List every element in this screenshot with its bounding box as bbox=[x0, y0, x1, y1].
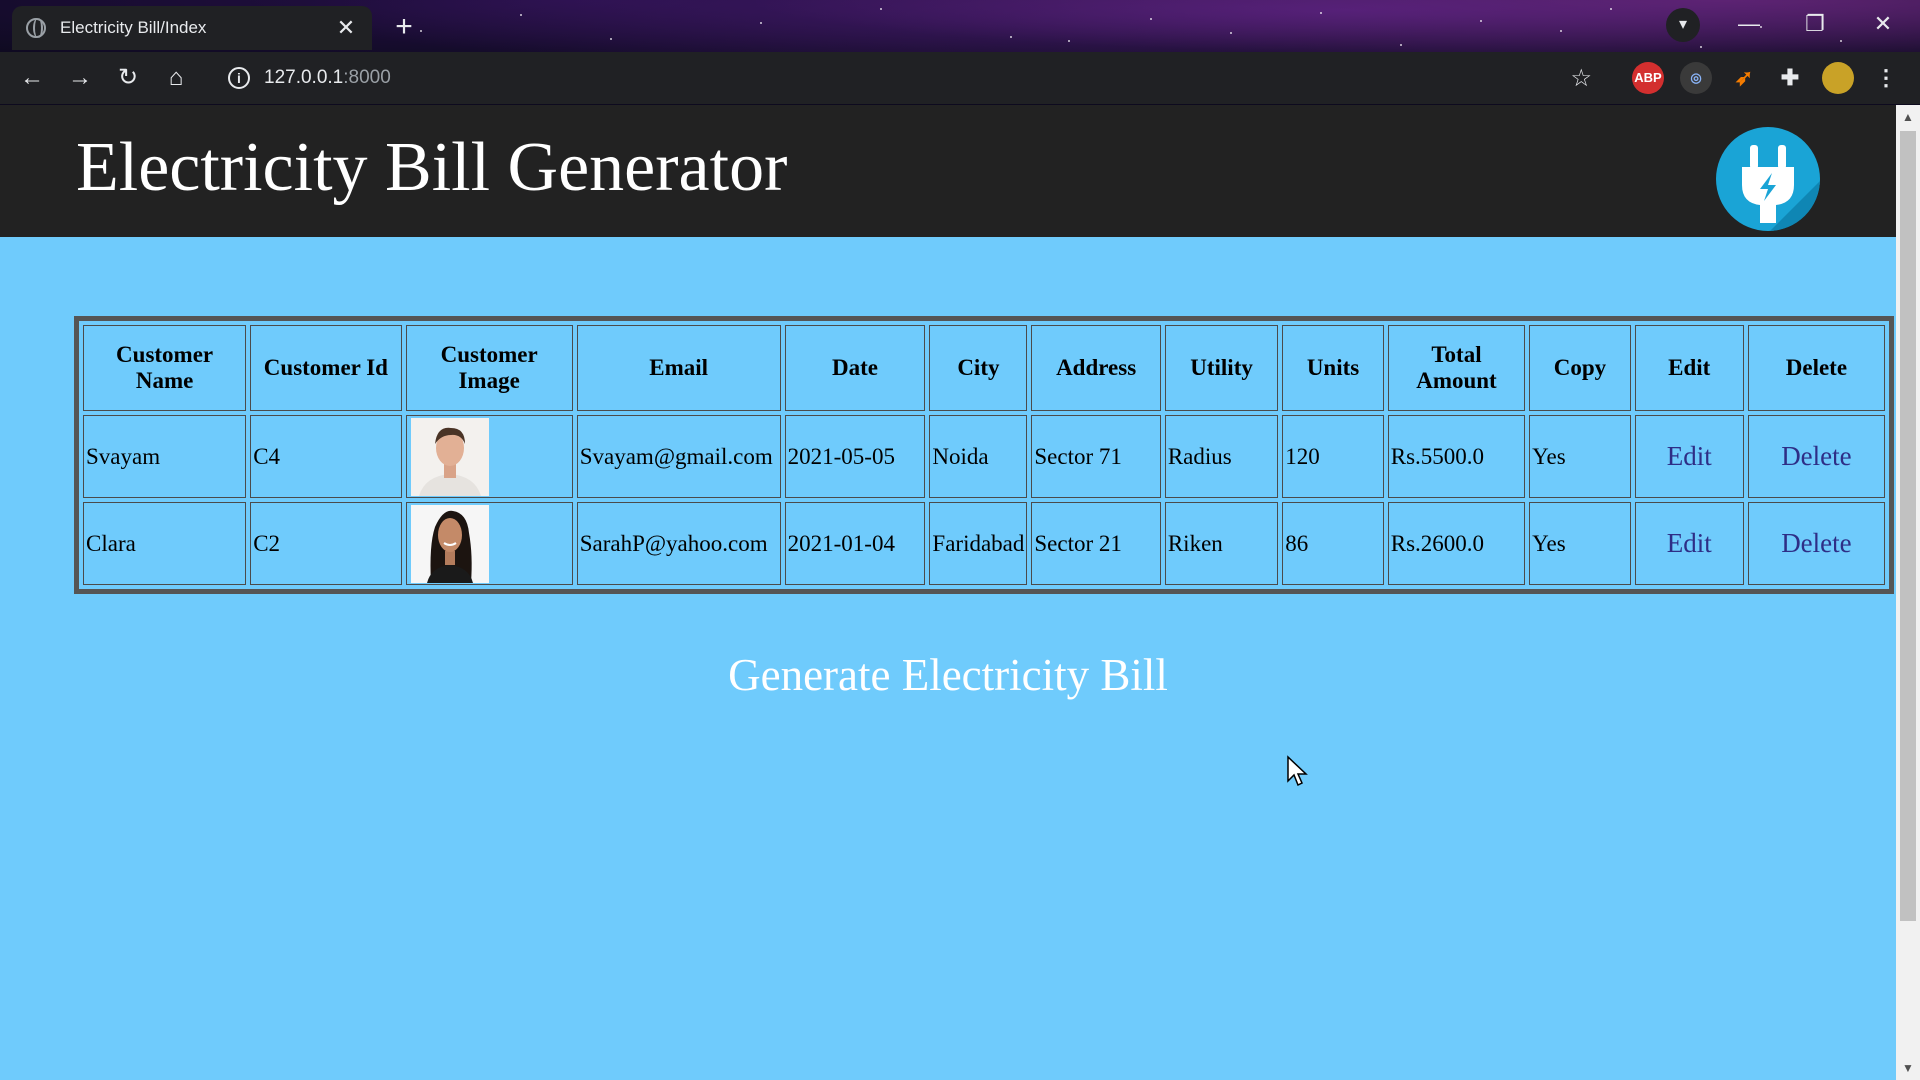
cell-id: C2 bbox=[250, 502, 402, 585]
minimize-icon[interactable]: — bbox=[1724, 6, 1774, 42]
extensions-puzzle-icon[interactable]: ✚ bbox=[1774, 62, 1806, 94]
col-email: Email bbox=[576, 325, 781, 411]
bills-table: Customer Name Customer Id Customer Image… bbox=[74, 316, 1894, 594]
col-delete: Delete bbox=[1747, 325, 1885, 411]
profile-avatar[interactable] bbox=[1822, 62, 1854, 94]
cell-delete: Delete bbox=[1747, 415, 1885, 498]
col-utility: Utility bbox=[1164, 325, 1279, 411]
col-total-amount: Total Amount bbox=[1387, 325, 1526, 411]
table-header-row: Customer Name Customer Id Customer Image… bbox=[83, 325, 1885, 411]
cell-total: Rs.2600.0 bbox=[1387, 502, 1526, 585]
cell-copy: Yes bbox=[1529, 502, 1631, 585]
extension-glasses-icon[interactable]: ◎ bbox=[1680, 62, 1712, 94]
address-bar[interactable]: i 127.0.0.1:8000 ☆ bbox=[212, 59, 1606, 97]
vertical-scrollbar[interactable]: ▲ ▼ bbox=[1896, 105, 1920, 1080]
col-city: City bbox=[929, 325, 1028, 411]
cell-utility: Riken bbox=[1164, 502, 1279, 585]
generate-bill-link[interactable]: Generate Electricity Bill bbox=[0, 649, 1896, 701]
new-tab-button[interactable]: + bbox=[386, 10, 422, 46]
window-close-icon[interactable]: ✕ bbox=[1858, 6, 1908, 42]
table-row: Clara C2 SarahP@yahoo.com 2021-01-04 Far… bbox=[83, 502, 1885, 585]
cell-date: 2021-01-04 bbox=[784, 502, 926, 585]
forward-icon[interactable]: → bbox=[56, 58, 104, 98]
col-customer-image: Customer Image bbox=[405, 325, 573, 411]
page-title: Electricity Bill Generator bbox=[76, 129, 788, 206]
browser-menu-icon[interactable]: ⋮ bbox=[1870, 62, 1902, 94]
cell-date: 2021-05-05 bbox=[784, 415, 926, 498]
scroll-down-icon[interactable]: ▼ bbox=[1896, 1058, 1920, 1078]
globe-icon bbox=[26, 18, 46, 38]
cell-email: SarahP@yahoo.com bbox=[576, 502, 781, 585]
browser-chrome: Electricity Bill/Index ✕ + ▾ — ❐ ✕ ← → ↻… bbox=[0, 0, 1920, 105]
plug-lightning-icon bbox=[1716, 127, 1820, 231]
site-info-icon[interactable]: i bbox=[228, 67, 250, 89]
male-customer-photo bbox=[410, 417, 489, 496]
col-units: Units bbox=[1282, 325, 1384, 411]
site-header: Electricity Bill Generator bbox=[0, 105, 1896, 237]
mouse-cursor-icon bbox=[1287, 755, 1308, 787]
cell-address: Sector 21 bbox=[1031, 502, 1161, 585]
cell-name: Clara bbox=[83, 502, 247, 585]
col-customer-id: Customer Id bbox=[250, 325, 402, 411]
browser-toolbar: ← → ↻ ⌂ i 127.0.0.1:8000 ☆ ABP ◎ ➶ ✚ ⋮ bbox=[0, 52, 1920, 104]
adblock-extension-icon[interactable]: ABP bbox=[1632, 62, 1664, 94]
edit-link[interactable]: Edit bbox=[1667, 441, 1712, 471]
tab-close-icon[interactable]: ✕ bbox=[334, 15, 358, 41]
cell-utility: Radius bbox=[1164, 415, 1279, 498]
cell-name: Svayam bbox=[83, 415, 247, 498]
cell-city: Faridabad bbox=[929, 502, 1028, 585]
cell-total: Rs.5500.0 bbox=[1387, 415, 1526, 498]
cell-units: 86 bbox=[1282, 502, 1384, 585]
bookmark-star-icon[interactable]: ☆ bbox=[1570, 64, 1592, 93]
scroll-thumb[interactable] bbox=[1900, 131, 1916, 921]
tab-search-icon[interactable]: ▾ bbox=[1666, 8, 1700, 42]
cell-id: C4 bbox=[250, 415, 402, 498]
col-customer-name: Customer Name bbox=[83, 325, 247, 411]
back-icon[interactable]: ← bbox=[8, 58, 56, 98]
edit-link[interactable]: Edit bbox=[1667, 528, 1712, 558]
page-body: Electricity Bill Generator Customer Name… bbox=[0, 105, 1896, 1080]
url-port: :8000 bbox=[343, 67, 391, 88]
url-host: 127.0.0.1 bbox=[264, 67, 344, 88]
extension-arrow-icon[interactable]: ➶ bbox=[1728, 62, 1760, 94]
cell-units: 120 bbox=[1282, 415, 1384, 498]
tab-strip: Electricity Bill/Index ✕ + ▾ — ❐ ✕ bbox=[0, 0, 1920, 50]
cell-email: Svayam@gmail.com bbox=[576, 415, 781, 498]
delete-link[interactable]: Delete bbox=[1781, 441, 1851, 471]
col-edit: Edit bbox=[1634, 325, 1744, 411]
delete-link[interactable]: Delete bbox=[1781, 528, 1851, 558]
cell-address: Sector 71 bbox=[1031, 415, 1161, 498]
cell-edit: Edit bbox=[1634, 502, 1744, 585]
browser-tab[interactable]: Electricity Bill/Index ✕ bbox=[12, 6, 372, 50]
home-icon[interactable]: ⌂ bbox=[152, 58, 200, 98]
cell-city: Noida bbox=[929, 415, 1028, 498]
cell-image bbox=[405, 415, 573, 498]
table-row: Svayam C4 Svayam@gmail.com 2021-05-05 No… bbox=[83, 415, 1885, 498]
cell-delete: Delete bbox=[1747, 502, 1885, 585]
female-customer-photo bbox=[410, 504, 489, 583]
col-date: Date bbox=[784, 325, 926, 411]
reload-icon[interactable]: ↻ bbox=[104, 58, 152, 98]
restore-icon[interactable]: ❐ bbox=[1790, 6, 1840, 42]
col-copy: Copy bbox=[1529, 325, 1631, 411]
col-address: Address bbox=[1031, 325, 1161, 411]
cell-copy: Yes bbox=[1529, 415, 1631, 498]
scroll-up-icon[interactable]: ▲ bbox=[1896, 107, 1920, 127]
tab-title: Electricity Bill/Index bbox=[60, 18, 207, 37]
cell-edit: Edit bbox=[1634, 415, 1744, 498]
cell-image bbox=[405, 502, 573, 585]
